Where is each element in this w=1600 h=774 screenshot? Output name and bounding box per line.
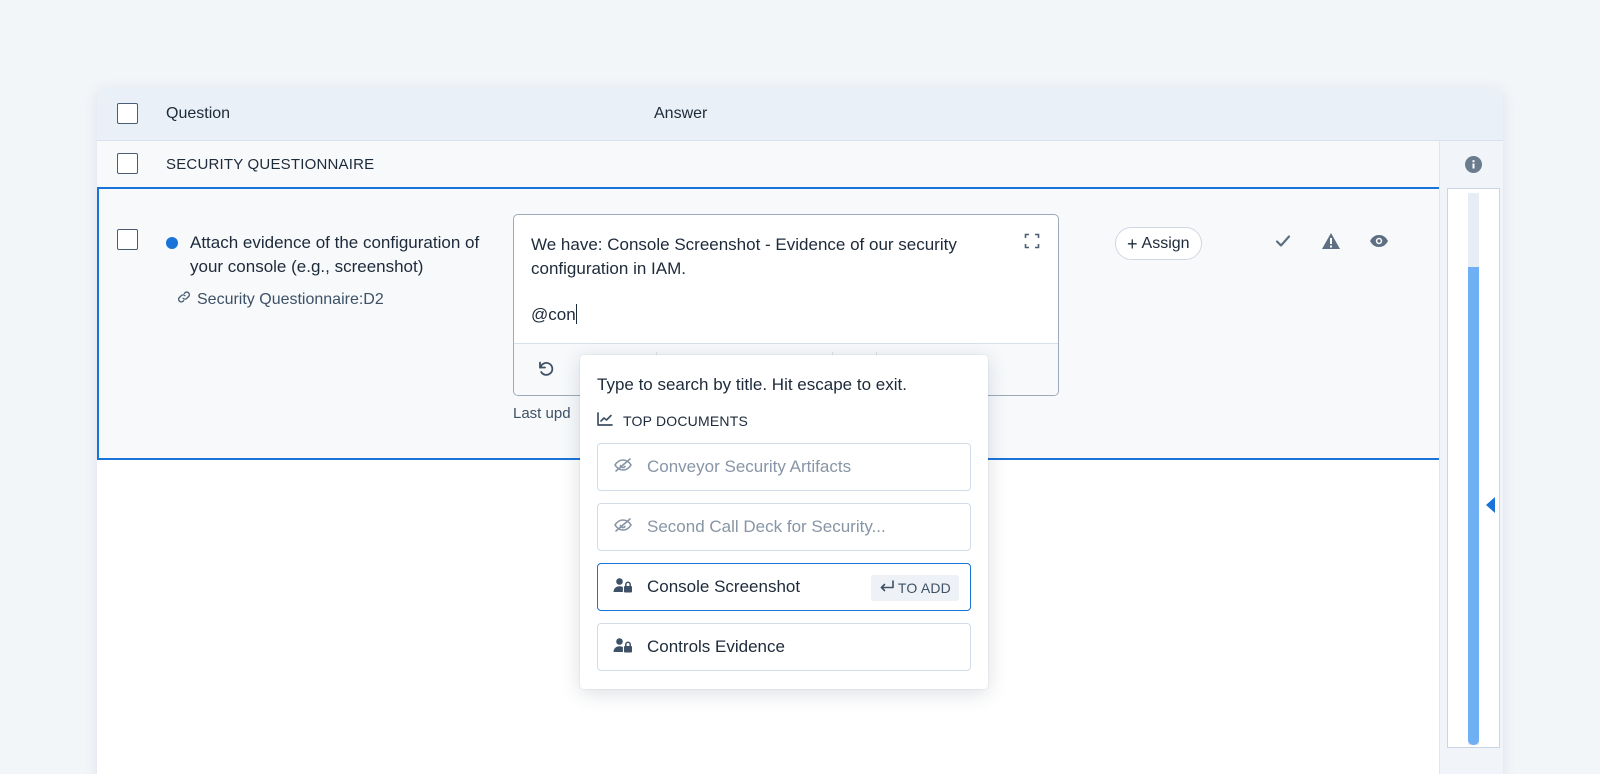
top-documents-label: TOP DOCUMENTS (623, 412, 748, 429)
section-title: SECURITY QUESTIONNAIRE (166, 156, 375, 173)
question-text: Attach evidence of the configuration of … (190, 233, 480, 276)
trend-chart-icon (597, 412, 613, 429)
question-column-header: Question (166, 105, 231, 122)
right-rail (1439, 141, 1503, 774)
eye-icon[interactable] (1369, 234, 1389, 253)
document-option[interactable]: Controls Evidence (597, 623, 971, 671)
expand-icon[interactable] (1024, 233, 1040, 254)
mention-input[interactable]: @con (531, 304, 577, 325)
status-dot (166, 237, 178, 249)
popover-hint: Type to search by title. Hit escape to e… (597, 375, 907, 394)
assign-label: Assign (1141, 234, 1190, 252)
document-option-label: Second Call Deck for Security... (647, 517, 886, 536)
answer-column-header: Answer (654, 105, 708, 122)
top-documents-heading: TOP DOCUMENTS (597, 412, 748, 429)
plus-icon: + (1127, 233, 1138, 254)
undo-icon[interactable] (536, 359, 556, 384)
document-option-selected[interactable]: Console Screenshot TO ADD (597, 563, 971, 611)
check-icon[interactable] (1274, 232, 1292, 255)
question-checkbox[interactable] (117, 229, 138, 250)
minimap-scrollbar[interactable] (1447, 188, 1500, 748)
scroll-thumb[interactable] (1468, 267, 1479, 745)
mention-popover: Type to search by title. Hit escape to e… (580, 355, 988, 689)
enter-key-icon (879, 580, 895, 596)
scroll-track (1468, 193, 1479, 745)
document-option[interactable]: Second Call Deck for Security... (597, 503, 971, 551)
document-option[interactable]: Conveyor Security Artifacts (597, 443, 971, 491)
to-add-label: TO ADD (897, 580, 951, 596)
user-lock-icon (613, 577, 633, 598)
eye-off-icon (613, 457, 633, 478)
section-checkbox[interactable] (117, 153, 138, 174)
to-add-hint: TO ADD (870, 575, 959, 601)
document-option-label: Conveyor Security Artifacts (647, 457, 852, 476)
question-reference-link[interactable]: Security Questionnaire:D2 (177, 290, 384, 309)
eye-off-icon (613, 517, 633, 538)
answer-text[interactable]: We have: Console Screenshot - Evidence o… (531, 233, 1001, 281)
text-caret (575, 304, 577, 324)
warning-icon[interactable] (1321, 232, 1341, 255)
select-all-checkbox[interactable] (117, 103, 138, 124)
document-option-label: Controls Evidence (647, 637, 785, 656)
position-indicator-icon (1486, 497, 1495, 513)
table-header: Question Answer (97, 88, 1503, 141)
info-icon[interactable] (1465, 156, 1482, 178)
mention-text: @con (531, 305, 576, 324)
question-reference-text: Security Questionnaire:D2 (197, 290, 384, 308)
section-row: SECURITY QUESTIONNAIRE (97, 141, 1439, 188)
last-updated-text: Last upd (513, 405, 571, 422)
link-icon (177, 290, 191, 309)
assign-button[interactable]: + Assign (1115, 227, 1202, 260)
user-lock-icon (613, 637, 633, 658)
document-option-label: Console Screenshot (647, 577, 801, 596)
